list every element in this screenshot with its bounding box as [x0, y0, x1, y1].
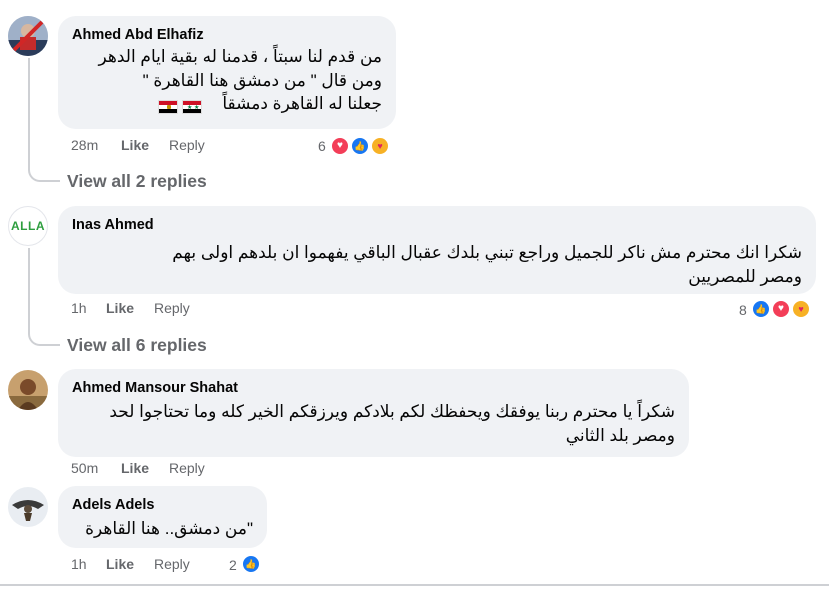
divider — [0, 584, 829, 586]
reaction-count[interactable]: 6 — [318, 138, 326, 154]
reply-button[interactable]: Reply — [169, 460, 205, 476]
comment-author[interactable]: Adels Adels — [72, 495, 253, 515]
care-reaction-icon: ♥ — [791, 299, 811, 319]
comment-text-line: شكراً يا محترم ربنا يوفقك ويحفظك لكم بلا… — [109, 402, 675, 421]
reply-button[interactable]: Reply — [154, 300, 190, 316]
love-reaction-icon: ♥ — [330, 136, 350, 156]
view-replies-link[interactable]: View all 2 replies — [67, 171, 207, 192]
comment-author[interactable]: Ahmed Abd Elhafiz — [72, 25, 382, 45]
comment-time[interactable]: 1h — [71, 300, 87, 316]
care-reaction-icon: ♥ — [370, 136, 390, 156]
comment-author[interactable]: Ahmed Mansour Shahat — [72, 378, 675, 398]
love-reaction-icon: ♥ — [771, 299, 791, 319]
comment-time[interactable]: 28m — [71, 137, 98, 153]
comment-text-line: "من دمشق.. هنا القاهرة — [85, 519, 253, 538]
comment-text-line: من قدم لنا سبتاً ، قدمنا له بقية ايام ال… — [98, 47, 382, 66]
comment-text-line: ومصر بلد الثاني — [565, 425, 675, 445]
egypt-flag-icon — [158, 100, 178, 114]
thread-curve — [28, 160, 60, 182]
like-button[interactable]: Like — [121, 460, 149, 476]
reply-button[interactable]: Reply — [169, 137, 205, 153]
comment-text-line: ومصر للمصريين — [688, 266, 802, 286]
like-reaction-icon: 👍 — [350, 136, 370, 156]
thread-line — [28, 58, 30, 168]
like-button[interactable]: Like — [106, 300, 134, 316]
like-reaction-icon: 👍 — [241, 554, 261, 574]
comment-bubble: Adels Adels "من دمشق.. هنا القاهرة — [58, 486, 267, 548]
thread-curve — [28, 324, 60, 346]
comment-time[interactable]: 50m — [71, 460, 98, 476]
avatar[interactable] — [8, 16, 48, 56]
reaction-count[interactable]: 8 — [739, 302, 747, 318]
comment-bubble: Ahmed Abd Elhafiz من قدم لنا سبتاً ، قدم… — [58, 16, 396, 129]
comment-bubble: Ahmed Mansour Shahat شكراً يا محترم ربنا… — [58, 369, 689, 457]
avatar[interactable]: ALLA — [8, 206, 48, 246]
syria-flag-icon: ★ ★ — [182, 100, 202, 114]
profile-photo-icon — [8, 370, 48, 410]
reply-button[interactable]: Reply — [154, 556, 190, 572]
avatar[interactable] — [8, 370, 48, 410]
comment-text-segment: جعلنا له القاهرة دمشقاً — [222, 94, 382, 113]
comment-text-line: ومن قال " من دمشق هنا القاهرة " — [142, 70, 382, 90]
comment-text-line: شكرا انك محترم مش ناكر للجميل وراجع تبني… — [172, 243, 802, 262]
like-reaction-icon: 👍 — [751, 299, 771, 319]
like-button[interactable]: Like — [106, 556, 134, 572]
comment-text-line: جعلنا له القاهرة دمشقاً — [72, 92, 382, 116]
profile-photo-icon — [8, 487, 48, 527]
comment-author[interactable]: Inas Ahmed — [72, 215, 802, 235]
profile-photo-icon — [8, 16, 48, 56]
thread-line — [28, 248, 30, 330]
reaction-count[interactable]: 2 — [229, 557, 237, 573]
avatar[interactable] — [8, 487, 48, 527]
avatar-logo-text: ALLA — [11, 219, 45, 233]
comment-time[interactable]: 1h — [71, 556, 87, 572]
comment-bubble: Inas Ahmed شكرا انك محترم مش ناكر للجميل… — [58, 206, 816, 294]
view-replies-link[interactable]: View all 6 replies — [67, 335, 207, 356]
like-button[interactable]: Like — [121, 137, 149, 153]
